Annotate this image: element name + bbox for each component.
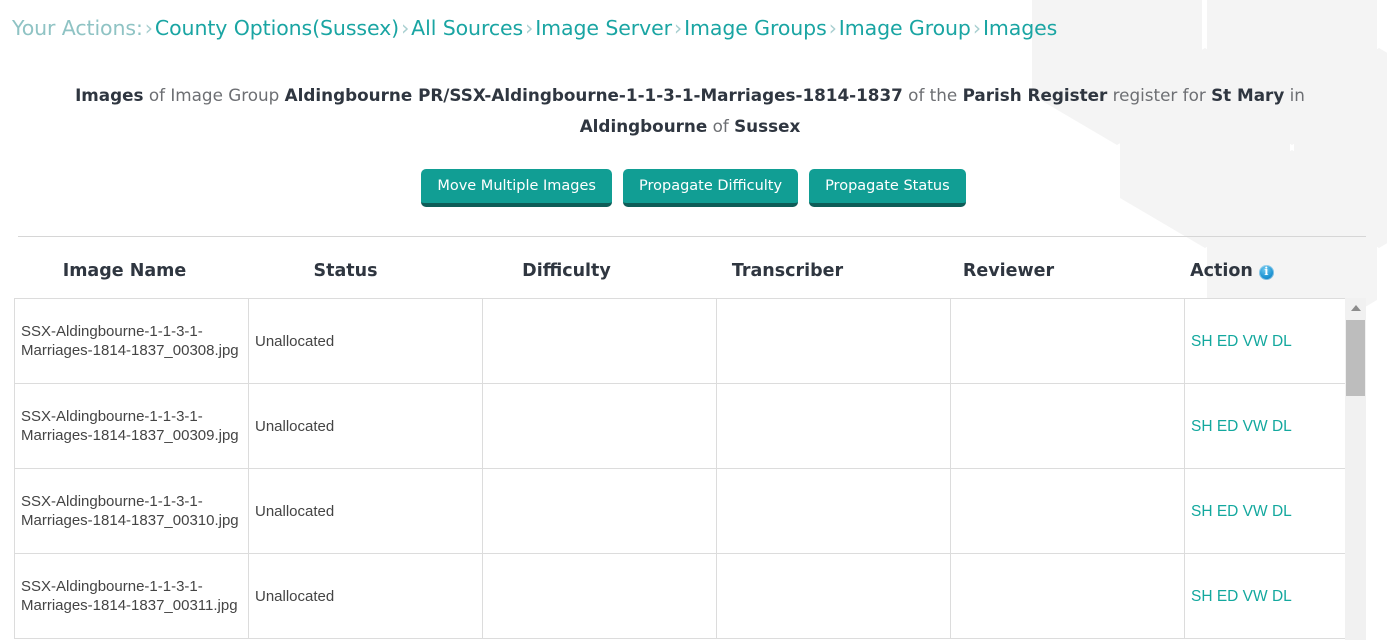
cell-transcriber: [716, 468, 951, 554]
column-header-action-label: Action: [1190, 261, 1253, 281]
page-title-of-image-group: of Image Group: [143, 85, 285, 105]
page-title-group-name: Aldingbourne PR/SSX-Aldingbourne-1-1-3-1…: [284, 85, 903, 105]
breadcrumb-item-county-options[interactable]: County Options(Sussex): [155, 16, 399, 40]
breadcrumb-separator-5: ›: [972, 16, 981, 40]
info-icon[interactable]: [1258, 264, 1274, 280]
breadcrumb-item-images[interactable]: Images: [983, 16, 1057, 40]
section-divider: [18, 236, 1366, 237]
action-links[interactable]: SH ED VW DL: [1191, 503, 1292, 520]
cell-action: SH ED VW DL: [1184, 298, 1345, 384]
breadcrumb-separator-3: ›: [673, 16, 683, 40]
breadcrumb-label: Your Actions:: [12, 16, 143, 40]
cell-action: SH ED VW DL: [1184, 468, 1345, 554]
cell-reviewer: [950, 553, 1185, 639]
cell-difficulty: [482, 553, 717, 639]
cell-image-name: SSX-Aldingbourne-1-1-3-1-Marriages-1814-…: [14, 468, 249, 554]
page-title-register-for: register for: [1107, 85, 1212, 105]
cell-transcriber: [716, 383, 951, 469]
cell-status: Unallocated: [248, 468, 483, 554]
propagate-difficulty-button[interactable]: Propagate Difficulty: [622, 169, 799, 207]
table-vertical-scrollbar[interactable]: [1345, 298, 1366, 640]
column-header-action: Action: [1119, 252, 1345, 290]
action-button-bar: Move Multiple Images Propagate Difficult…: [0, 169, 1387, 207]
page-title: Images of Image Group Aldingbourne PR/SS…: [20, 80, 1360, 142]
page-title-in: in: [1284, 85, 1305, 105]
breadcrumb-separator-1: ›: [401, 16, 410, 40]
cell-reviewer: [950, 298, 1185, 384]
page-title-register-type: Parish Register: [962, 85, 1108, 105]
cell-difficulty: [482, 298, 717, 384]
column-header-reviewer: Reviewer: [962, 261, 1055, 281]
cell-image-name: SSX-Aldingbourne-1-1-3-1-Marriages-1814-…: [14, 298, 249, 384]
cell-status: Unallocated: [248, 383, 483, 469]
page-title-of: of: [707, 116, 735, 136]
cell-status: Unallocated: [248, 553, 483, 639]
table-header-row: Image Name Status Difficulty Transcriber…: [14, 252, 1366, 290]
action-links[interactable]: SH ED VW DL: [1191, 333, 1292, 350]
scroll-up-arrow-icon[interactable]: [1345, 298, 1366, 316]
propagate-status-button[interactable]: Propagate Status: [809, 169, 966, 207]
column-header-transcriber: Transcriber: [731, 261, 844, 281]
cell-image-name: SSX-Aldingbourne-1-1-3-1-Marriages-1814-…: [14, 553, 249, 639]
cell-difficulty: [482, 468, 717, 554]
page-title-parish: St Mary: [1211, 85, 1285, 105]
breadcrumb-item-image-server[interactable]: Image Server: [535, 16, 672, 40]
action-links[interactable]: SH ED VW DL: [1191, 588, 1292, 605]
page-title-of-the: of the: [902, 85, 963, 105]
cell-transcriber: [716, 298, 951, 384]
breadcrumb-separator-2: ›: [525, 16, 534, 40]
breadcrumb-item-image-groups[interactable]: Image Groups: [684, 16, 827, 40]
table-scroll-area: SSX-Aldingbourne-1-1-3-1-Marriages-1814-…: [14, 298, 1345, 640]
action-links[interactable]: SH ED VW DL: [1191, 418, 1292, 435]
breadcrumb-item-all-sources[interactable]: All Sources: [411, 16, 523, 40]
cell-image-name: SSX-Aldingbourne-1-1-3-1-Marriages-1814-…: [14, 383, 249, 469]
breadcrumb-item-image-group[interactable]: Image Group: [839, 16, 971, 40]
table-row: SSX-Aldingbourne-1-1-3-1-Marriages-1814-…: [14, 553, 1345, 639]
cell-action: SH ED VW DL: [1184, 553, 1345, 639]
breadcrumb-separator-4: ›: [828, 16, 837, 40]
page-title-county: Sussex: [734, 116, 801, 136]
cell-reviewer: [950, 383, 1185, 469]
cell-difficulty: [482, 383, 717, 469]
table-row: SSX-Aldingbourne-1-1-3-1-Marriages-1814-…: [14, 468, 1345, 554]
images-table: SSX-Aldingbourne-1-1-3-1-Marriages-1814-…: [14, 298, 1366, 640]
cell-status: Unallocated: [248, 298, 483, 384]
images-table-grid: SSX-Aldingbourne-1-1-3-1-Marriages-1814-…: [14, 298, 1345, 639]
column-header-image-name: Image Name: [62, 261, 187, 281]
breadcrumb-separator-0: ›: [144, 16, 153, 40]
scrollbar-thumb[interactable]: [1346, 320, 1365, 396]
table-row: SSX-Aldingbourne-1-1-3-1-Marriages-1814-…: [14, 298, 1345, 384]
column-header-status: Status: [313, 261, 378, 281]
move-multiple-images-button[interactable]: Move Multiple Images: [421, 169, 612, 207]
table-row: SSX-Aldingbourne-1-1-3-1-Marriages-1814-…: [14, 383, 1345, 469]
cell-reviewer: [950, 468, 1185, 554]
column-header-difficulty: Difficulty: [522, 261, 611, 281]
page-title-images: Images: [75, 85, 144, 105]
cell-action: SH ED VW DL: [1184, 383, 1345, 469]
page-title-place: Aldingbourne: [579, 116, 708, 136]
cell-transcriber: [716, 553, 951, 639]
breadcrumb: Your Actions:›County Options(Sussex)›All…: [12, 14, 1057, 42]
